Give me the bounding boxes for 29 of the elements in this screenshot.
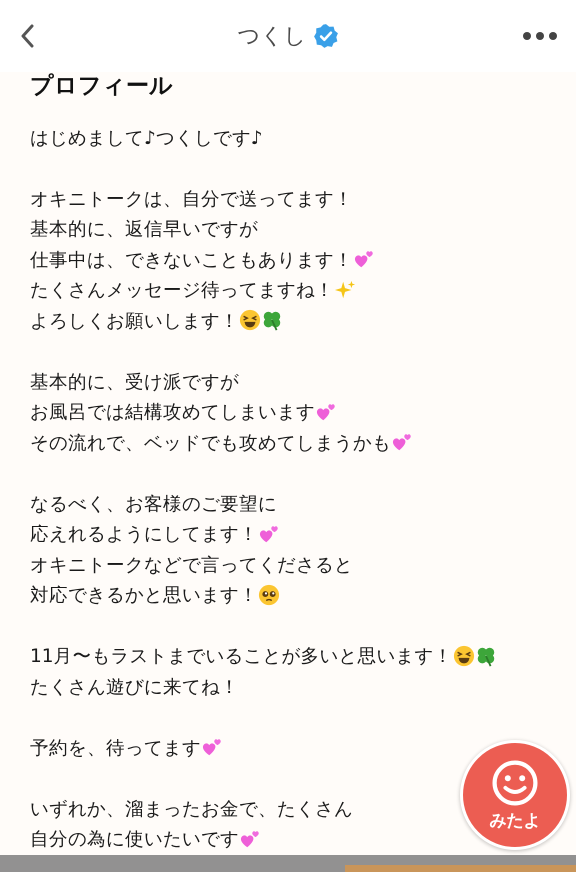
profile-text: 基本的に、受け派ですが: [30, 370, 239, 394]
laughing-face-icon: [452, 644, 475, 667]
profile-text: 応えれるようにしてます！: [30, 523, 258, 546]
profile-text: はじめまして♪つくしです♪: [30, 126, 263, 150]
more-icon[interactable]: [522, 31, 558, 41]
profile-text: お風呂では結構攻めてしまいます: [30, 401, 315, 424]
profile-text: いずれか、溜まったお金で、たくさん: [30, 798, 353, 821]
profile-text: 自分の為に使いたいです: [30, 828, 239, 852]
profile-text: たくさん遊びに来てね！: [30, 676, 239, 699]
seen-button[interactable]: みたよ: [460, 740, 570, 850]
profile-text: 予約を、待ってます: [30, 736, 201, 760]
profile-text: 対応できるかと思います！: [30, 584, 258, 608]
section-heading: プロフィール: [30, 72, 174, 100]
sparkles-icon: [334, 278, 356, 301]
profile-text: なるべく、お客様のご要望に: [30, 492, 277, 516]
profile-text: オキニトークなどで言ってくださると: [30, 554, 353, 577]
profile-text: 基本的に、返信早いですが: [30, 218, 258, 242]
back-icon[interactable]: [20, 24, 34, 48]
profile-text: 11月〜もラストまでいることが多いと思います！: [30, 645, 453, 668]
laughing-face-icon: [239, 309, 261, 332]
profile-text: 仕事中は、できないこともあります！: [30, 248, 353, 272]
profile-text: よろしくお願いします！: [30, 310, 239, 333]
profile-text: たくさんメッセージ待ってますね！: [30, 279, 334, 302]
profile-text: オキニトークは、自分で送ってます！: [30, 188, 353, 211]
profile-name: つくし: [238, 23, 306, 51]
pleading-face-icon: [258, 584, 280, 606]
profile-text: その流れで、ベッドでも攻めてしまうかも: [30, 432, 391, 455]
clover-icon: [261, 309, 283, 332]
smiley-icon: [491, 758, 539, 806]
